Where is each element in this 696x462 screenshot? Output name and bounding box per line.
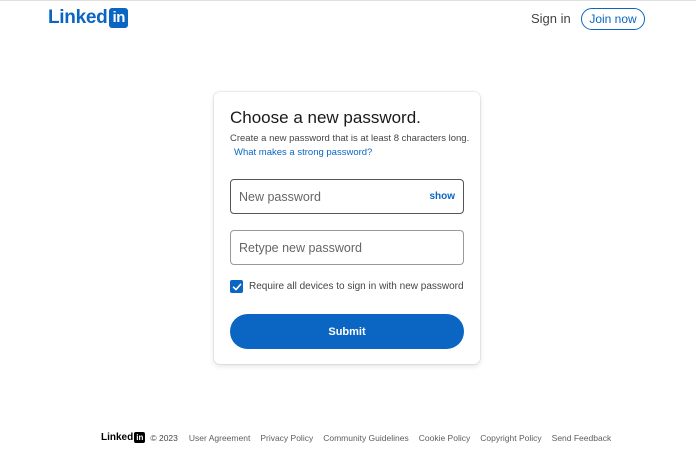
- checkmark-icon: [232, 283, 241, 290]
- footer-logo-in-box: in: [134, 432, 146, 443]
- footer-link-cookie-policy[interactable]: Cookie Policy: [419, 433, 471, 443]
- page-title: Choose a new password.: [230, 108, 421, 127]
- retype-password-field[interactable]: Retype new password: [230, 230, 464, 265]
- logo-in-box: in: [109, 8, 129, 28]
- retype-password-placeholder: Retype new password: [239, 240, 362, 255]
- sign-in-link[interactable]: Sign in: [531, 11, 571, 26]
- new-password-field[interactable]: New password show: [230, 179, 464, 214]
- footer-link-privacy-policy[interactable]: Privacy Policy: [260, 433, 313, 443]
- strong-password-help-link[interactable]: What makes a strong password?: [234, 147, 372, 158]
- submit-button[interactable]: Submit: [230, 314, 464, 349]
- footer: Linked in © 2023 User Agreement Privacy …: [101, 432, 621, 443]
- footer-logo-text: Linked: [101, 432, 134, 443]
- require-signin-label: Require all devices to sign in with new …: [249, 281, 464, 292]
- logo-text: Linked: [48, 7, 108, 28]
- show-password-button[interactable]: show: [429, 191, 455, 202]
- require-signin-option: Require all devices to sign in with new …: [230, 280, 464, 293]
- join-now-button[interactable]: Join now: [581, 8, 645, 30]
- new-password-placeholder: New password: [239, 189, 321, 204]
- footer-link-user-agreement[interactable]: User Agreement: [189, 433, 250, 443]
- linkedin-logo[interactable]: Linked in: [48, 7, 129, 29]
- password-requirement-text: Create a new password that is at least 8…: [230, 133, 470, 144]
- footer-linkedin-logo: Linked in: [101, 432, 146, 443]
- require-signin-checkbox[interactable]: [230, 280, 243, 293]
- top-nav: Linked in Sign in Join now: [0, 1, 696, 37]
- footer-link-community-guidelines[interactable]: Community Guidelines: [323, 433, 409, 443]
- footer-link-send-feedback[interactable]: Send Feedback: [552, 433, 612, 443]
- copyright-text: © 2023: [150, 432, 178, 443]
- footer-link-copyright-policy[interactable]: Copyright Policy: [480, 433, 541, 443]
- reset-password-card: Choose a new password. Create a new pass…: [214, 92, 480, 364]
